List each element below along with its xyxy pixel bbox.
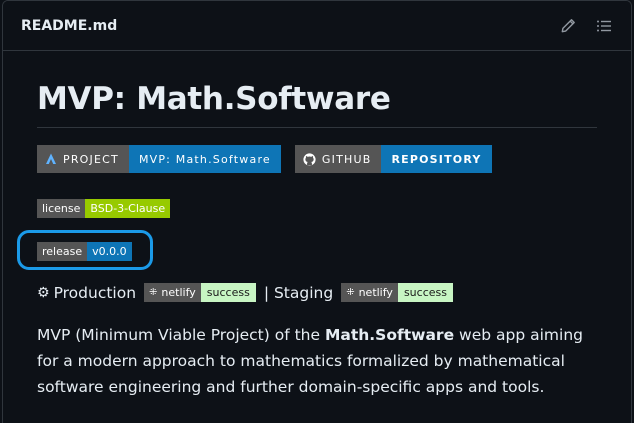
project-badge-label: PROJECT [63,152,119,166]
project-badge-value: MVP: Math.Software [128,145,281,173]
staging-label: | Staging [263,283,334,302]
github-icon [303,152,316,166]
license-badge-value: BSD-3-Clause [85,199,171,218]
list-icon[interactable] [595,17,613,35]
release-highlight-circle [17,230,153,270]
license-row: license BSD-3-Clause [37,197,597,218]
staging-netlify-label: netlify [358,286,393,299]
netlify-icon: ⁜ [346,287,355,298]
readme-header: README.md [3,1,631,51]
staging-netlify-label-section: ⁜ netlify [341,283,398,302]
description-pre: MVP (Minimum Viable Project) of the [37,326,325,344]
release-row: release v0.0.0 [17,230,597,270]
production-netlify-badge[interactable]: ⁜ netlify success [144,283,256,302]
readme-content: MVP: Math.Software PROJECT MVP: Math.Sof… [3,51,631,400]
production-netlify-label: netlify [161,286,196,299]
github-badge-label-section: GITHUB [294,145,382,173]
github-badge-label: GITHUB [321,152,372,166]
project-description: MVP (Minimum Viable Project) of the Math… [37,322,597,400]
license-badge-label: license [37,199,86,218]
production-netlify-label-section: ⁜ netlify [144,283,201,302]
header-actions [559,17,613,35]
staging-netlify-badge[interactable]: ⁜ netlify success [341,283,453,302]
readme-filename: README.md [21,17,118,34]
description-bold: Math.Software [324,326,455,344]
staging-netlify-status: success [397,283,453,302]
project-logo-icon [46,153,56,164]
page-title: MVP: Math.Software [37,81,597,128]
production-label: Production [53,283,137,302]
readme-panel: README.md MVP: Math.Software PROJECT MVP… [2,0,632,423]
license-badge[interactable]: license BSD-3-Clause [37,199,171,218]
project-badge[interactable]: PROJECT MVP: Math.Software [37,145,281,173]
pencil-icon[interactable] [559,17,577,35]
production-netlify-status: success [200,283,256,302]
environments-line: ⚙ Production ⁜ netlify success | Staging… [37,283,597,302]
project-badge-label-section: PROJECT [37,145,129,173]
big-badges-row: PROJECT MVP: Math.Software GITHUB REPOSI… [37,145,597,173]
netlify-icon: ⁜ [149,287,158,298]
gear-icon: ⚙ [37,284,50,301]
github-badge-value: REPOSITORY [381,145,492,173]
github-badge[interactable]: GITHUB REPOSITORY [294,145,492,173]
